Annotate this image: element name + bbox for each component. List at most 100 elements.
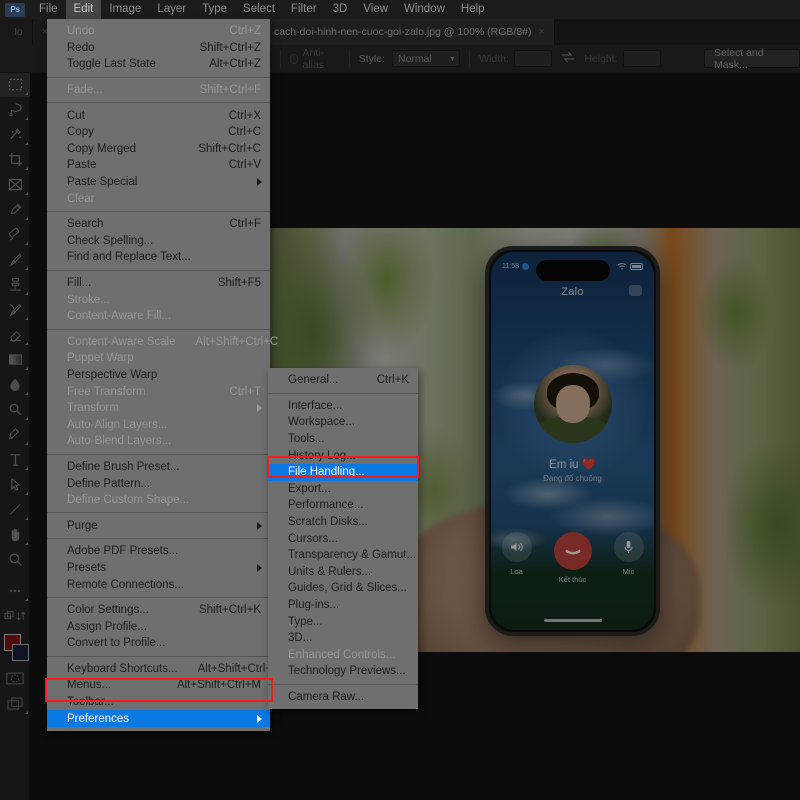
menu-item-convert-to-profile[interactable]: Convert to Profile... — [47, 635, 270, 652]
pen-tool[interactable] — [0, 422, 30, 447]
menu-item-adobe-pdf-presets[interactable]: Adobe PDF Presets... — [47, 543, 270, 560]
pref-item-tools[interactable]: Tools... — [268, 431, 418, 448]
menu-item-label: Auto-Blend Layers... — [67, 435, 171, 447]
object-selection-tool[interactable] — [0, 122, 30, 147]
minimize-icon[interactable] — [629, 285, 642, 296]
color-swatches[interactable] — [0, 632, 30, 666]
swap-arrows-icon[interactable] — [561, 51, 575, 66]
type-tool[interactable] — [0, 447, 30, 472]
menu-help[interactable]: Help — [453, 0, 493, 19]
main-menu-bar[interactable]: Ps File Edit Image Layer Type Select Fil… — [0, 0, 800, 19]
more-tools-icon[interactable] — [0, 578, 30, 603]
hand-tool[interactable] — [0, 522, 30, 547]
menu-item-define-brush-preset[interactable]: Define Brush Preset... — [47, 459, 270, 476]
menu-file[interactable]: File — [31, 0, 66, 19]
zoom-tool[interactable] — [0, 547, 30, 572]
menu-3d[interactable]: 3D — [325, 0, 356, 19]
pref-item-camera-raw[interactable]: Camera Raw... — [268, 689, 418, 706]
pref-item-history-log[interactable]: History Log... — [268, 447, 418, 464]
lasso-tool[interactable] — [0, 97, 30, 122]
eyedropper-tool[interactable] — [0, 197, 30, 222]
pref-item-export[interactable]: Export... — [268, 481, 418, 498]
menu-item-copy-merged[interactable]: Copy MergedShift+Ctrl+C — [47, 141, 270, 158]
menu-item-remote-connections[interactable]: Remote Connections... — [47, 576, 270, 593]
menu-item-preferences[interactable]: Preferences — [47, 710, 270, 727]
pref-item-units-rulers[interactable]: Units & Rulers... — [268, 564, 418, 581]
tab-cach-doi-hinh-nen[interactable]: cach-doi-hinh-nen-cuoc-goi-zalo.jpg @ 10… — [265, 19, 555, 45]
menu-item-toggle-last-state[interactable]: Toggle Last StateAlt+Ctrl+Z — [47, 56, 270, 73]
background-color-swatch[interactable] — [12, 644, 29, 661]
brush-tool[interactable] — [0, 247, 30, 272]
menu-item-paste-special[interactable]: Paste Special — [47, 174, 270, 191]
quick-mask-icon[interactable] — [0, 666, 30, 691]
menu-item-menus[interactable]: Menus...Alt+Shift+Ctrl+M — [47, 677, 270, 694]
height-input[interactable] — [623, 50, 661, 67]
screen-mode-icon[interactable] — [0, 691, 30, 716]
frame-tool[interactable] — [0, 172, 30, 197]
edit-toolbar-icon[interactable] — [0, 603, 30, 628]
healing-brush-tool[interactable] — [0, 222, 30, 247]
select-and-mask-button[interactable]: Select and Mask... — [704, 49, 800, 68]
edit-dropdown-menu[interactable]: UndoCtrl+ZRedoShift+Ctrl+ZToggle Last St… — [47, 19, 270, 731]
gradient-tool[interactable] — [0, 347, 30, 372]
menu-item-presets[interactable]: Presets — [47, 560, 270, 577]
pref-item-workspace[interactable]: Workspace... — [268, 414, 418, 431]
preferences-submenu[interactable]: General...Ctrl+K Interface...Workspace...… — [268, 368, 418, 709]
style-select[interactable]: Normal ▾ — [392, 50, 460, 67]
clone-stamp-tool[interactable] — [0, 272, 30, 297]
pref-item-performance[interactable]: Performance... — [268, 497, 418, 514]
menu-type[interactable]: Type — [194, 0, 235, 19]
tools-panel[interactable] — [0, 45, 30, 800]
tab-collapsed[interactable]: Io — [0, 19, 33, 45]
pref-item-file-handling[interactable]: File Handling... — [268, 464, 418, 481]
menu-item-redo[interactable]: RedoShift+Ctrl+Z — [47, 40, 270, 57]
menu-item-fill[interactable]: Fill...Shift+F5 — [47, 275, 270, 292]
pref-item-guides-grid-slices[interactable]: Guides, Grid & Slices... — [268, 580, 418, 597]
eraser-tool[interactable] — [0, 322, 30, 347]
menu-item-define-pattern[interactable]: Define Pattern... — [47, 475, 270, 492]
pref-item-type[interactable]: Type... — [268, 613, 418, 630]
menu-edit[interactable]: Edit — [66, 0, 102, 19]
crop-tool[interactable] — [0, 147, 30, 172]
pref-item-3d[interactable]: 3D... — [268, 630, 418, 647]
menu-item-assign-profile[interactable]: Assign Profile... — [47, 618, 270, 635]
rectangular-marquee-tool[interactable] — [0, 72, 30, 97]
menu-filter[interactable]: Filter — [283, 0, 325, 19]
end-call-control[interactable]: Kết thúc — [554, 532, 592, 584]
menu-item-perspective-warp[interactable]: Perspective Warp — [47, 367, 270, 384]
menu-item-label: Search — [67, 218, 103, 230]
menu-image[interactable]: Image — [101, 0, 149, 19]
anti-alias-checkbox[interactable]: Anti-alias — [290, 47, 340, 71]
menu-item-copy[interactable]: CopyCtrl+C — [47, 124, 270, 141]
menu-item-paste[interactable]: PasteCtrl+V — [47, 157, 270, 174]
menu-item-color-settings[interactable]: Color Settings...Shift+Ctrl+K — [47, 602, 270, 619]
blur-tool[interactable] — [0, 372, 30, 397]
menu-view[interactable]: View — [355, 0, 396, 19]
menu-item-keyboard-shortcuts[interactable]: Keyboard Shortcuts...Alt+Shift+Ctrl+K — [47, 661, 270, 678]
menu-item-purge[interactable]: Purge — [47, 517, 270, 534]
menu-window[interactable]: Window — [396, 0, 453, 19]
pref-item-cursors[interactable]: Cursors... — [268, 530, 418, 547]
menu-select[interactable]: Select — [235, 0, 283, 19]
speaker-control[interactable]: Loa — [502, 532, 532, 584]
pref-item-general[interactable]: General...Ctrl+K — [268, 372, 418, 389]
menu-item-find-and-replace-text[interactable]: Find and Replace Text... — [47, 249, 270, 266]
line-shape-tool[interactable] — [0, 497, 30, 522]
pref-item-transparency-gamut[interactable]: Transparency & Gamut... — [268, 547, 418, 564]
width-input[interactable] — [514, 50, 552, 67]
pref-item-scratch-disks[interactable]: Scratch Disks... — [268, 514, 418, 531]
menu-layer[interactable]: Layer — [149, 0, 194, 19]
end-call-icon — [554, 532, 592, 570]
dodge-tool[interactable] — [0, 397, 30, 422]
pref-item-interface[interactable]: Interface... — [268, 398, 418, 415]
path-selection-tool[interactable] — [0, 472, 30, 497]
menu-item-search[interactable]: SearchCtrl+F — [47, 216, 270, 233]
history-brush-tool[interactable] — [0, 297, 30, 322]
pref-item-technology-previews[interactable]: Technology Previews... — [268, 663, 418, 680]
pref-item-plug-ins[interactable]: Plug-ins... — [268, 597, 418, 614]
menu-item-cut[interactable]: CutCtrl+X — [47, 107, 270, 124]
menu-item-check-spelling[interactable]: Check Spelling... — [47, 233, 270, 250]
menu-item-toolbar[interactable]: Toolbar... — [47, 694, 270, 711]
mic-control[interactable]: Mic — [614, 532, 644, 584]
close-icon[interactable]: × — [539, 27, 545, 38]
